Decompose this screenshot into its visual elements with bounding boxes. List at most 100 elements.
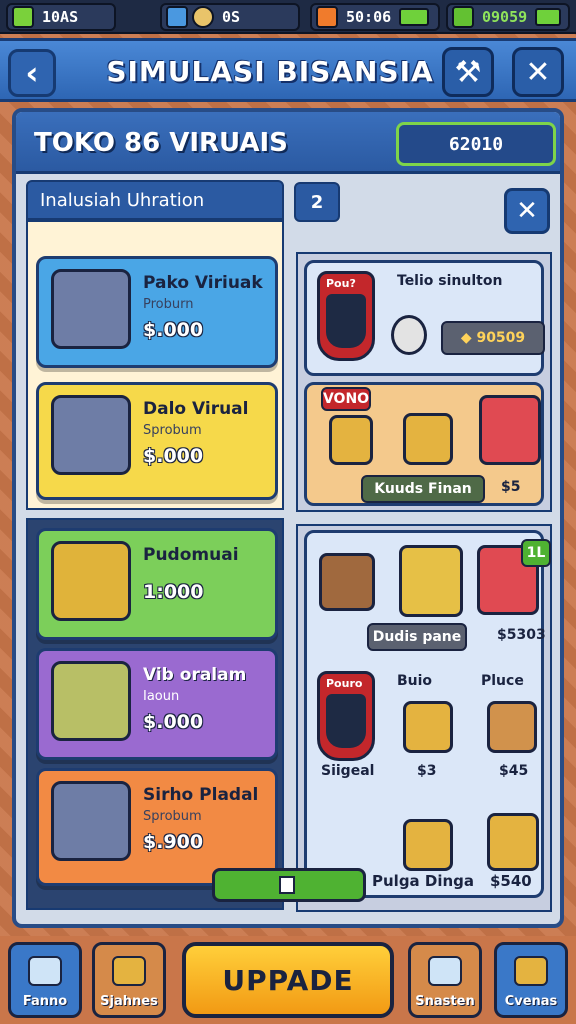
hammer-icon [28,956,62,986]
item-b-label: Pluce [481,673,524,689]
crate-icon [403,413,453,465]
shield-tag: Pouro [326,677,363,690]
resource-gem[interactable]: 10AS [6,3,116,31]
shield-badge: Pouro [317,671,375,761]
shield-badge: Pou? [317,271,375,361]
shopping-cart-icon [399,545,463,617]
count-badge: 2 [294,182,340,222]
shop-card[interactable]: Vib oralam Iaoun $.000 [36,648,278,760]
resource-gem-value: 10AS [42,8,79,26]
box-icon [112,956,146,986]
card-subtitle: Iaoun [143,689,180,704]
coins-icon [51,541,131,621]
card-name: Pako Viriuak [143,273,263,293]
feature-pill: Dudis pane [367,623,467,651]
cash-bar-icon [535,8,562,26]
joystick-icon [391,315,427,355]
upgrade-button[interactable]: UPPADE [182,942,394,1018]
wrench-button[interactable]: ⚒ [442,47,494,97]
item-b-price: $45 [499,763,529,779]
card-name: Vib oralam [143,665,247,685]
resource-cube-value: 0S [222,8,241,26]
cash-crate-icon [487,813,539,871]
card-price: 1:000 [143,581,204,603]
back-button[interactable]: ‹ [8,49,56,97]
card-name: Sirho Pladal [143,785,259,805]
shop-card[interactable]: Pudomuai 1:000 [36,528,278,640]
package-icon [403,819,453,871]
category-header: Inalusiah Uhration [26,180,284,220]
cube-icon [166,6,188,28]
wrench-icon: ⚒ [454,54,482,90]
shop-panel: TOKO 86 VIRUAIS 62010 Inalusiah Uhration… [12,108,564,928]
nav-snasten-button[interactable]: Snasten [408,942,482,1018]
left-item-column: Pako Viriuak Proburn $.000 Dalo Virual S… [26,220,284,510]
progress-knob[interactable] [279,876,295,894]
gold-crate-icon [403,701,453,753]
close-button[interactable]: ✕ [512,47,564,97]
sword-icon [326,294,366,348]
feature-card[interactable]: Pou? Telio sinulton ◆ 90509 [304,260,545,376]
shield-label: Siigeal [321,763,375,779]
marker-icon [326,694,366,748]
card-subtitle: Sprobum [143,423,202,438]
money-display: 62010 [396,122,556,166]
chevron-left-icon: ‹ [25,54,39,92]
resource-cube[interactable]: 0S [160,3,300,31]
item-a-price: $3 [417,763,437,779]
vono-tag: VONO [321,387,371,411]
shop-stall-icon [479,395,541,465]
store-badge: 1L [521,539,551,567]
close-subpanel-button[interactable]: ✕ [504,188,550,234]
resource-time[interactable]: 50:06 [310,3,440,31]
card-price: $.000 [143,711,204,733]
card-name: Dalo Virual [143,399,249,419]
feature-price: ◆ 90509 [441,321,545,355]
progress-label: Pulga Dinga [372,872,475,890]
shield-tag: Pou? [326,277,356,290]
card-price: $.000 [143,445,204,467]
resource-cash[interactable]: 09059 [446,3,570,31]
crate-icon [514,956,548,986]
right-item-column: Pou? Telio sinulton ◆ 90509 VONO Kuuds F… [296,252,552,512]
nav-label: Cvenas [504,994,558,1009]
feature-card[interactable]: VONO Kuuds Finan $5 [304,382,544,506]
right-item-column-lower: 1L Dudis pane $5303 Pouro Siigeal Buio $… [296,524,552,912]
resource-bar: 10AS 0S 50:06 09059 [0,0,576,34]
feature-title: Telio sinulton [397,273,503,289]
nav-label: Snasten [415,994,475,1009]
shop-title: TOKO 86 VIRUAIS [34,128,288,158]
cabinet-icon [51,661,131,741]
card-price: $.900 [143,831,204,853]
nav-cvenas-button[interactable]: Cvenas [494,942,568,1018]
card-subtitle: Proburn [143,297,194,312]
nav-label: Fanno [22,994,68,1009]
item-a-label: Buio [397,673,433,689]
nav-fanno-button[interactable]: Fanno [8,942,82,1018]
feature-card-price: $5 [501,479,521,495]
screen-title: SIMULASI BISANSIA [106,55,434,88]
clock-face-icon [192,6,214,28]
nav-label: Sjahnes [100,994,158,1009]
shop-card[interactable]: Pako Viriuak Proburn $.000 [36,256,278,368]
clock-icon [316,6,338,28]
purchase-progress-bar[interactable] [212,868,366,902]
tools-icon [428,956,462,986]
bottom-navigation: Fanno Sjahnes UPPADE Snasten Cvenas [0,936,576,1024]
gem-icon [12,6,34,28]
screen-header: ‹ SIMULASI BISANSIA ⚒ ✕ [0,38,576,102]
nav-sjahnes-button[interactable]: Sjahnes [92,942,166,1018]
feature-price: $5303 [497,627,546,643]
card-subtitle: Sprobum [143,809,202,824]
panel-header: TOKO 86 VIRUAIS 62010 [16,112,560,174]
vending-machine-icon [51,395,131,475]
progress-price: $540 [490,872,532,890]
close-icon: ✕ [525,54,551,90]
wooden-box-icon [487,701,537,753]
chest-icon [319,553,375,611]
box-icon [329,415,373,465]
feature-pill: Kuuds Finan [361,475,485,503]
shop-card[interactable]: Dalo Virual Sprobum $.000 [36,382,278,500]
feature-card[interactable]: 1L Dudis pane $5303 Pouro Siigeal Buio $… [304,530,551,898]
building-icon [51,269,131,349]
